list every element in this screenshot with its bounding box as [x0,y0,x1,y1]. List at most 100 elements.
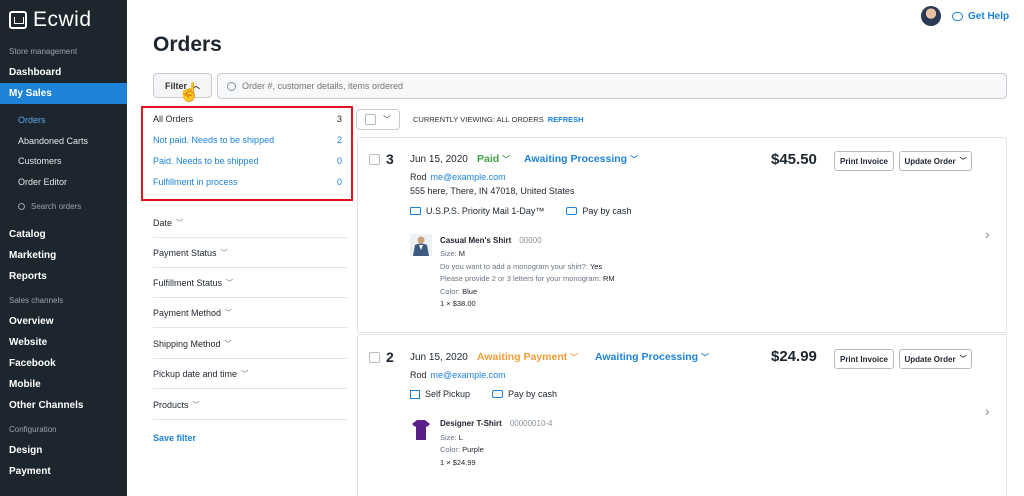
filter-category-products[interactable]: Products ﹀ [153,390,347,420]
sidebar-search[interactable]: Search orders [0,192,127,220]
product-option: Color: Purple [440,445,484,454]
order-card[interactable]: 3 Jun 15, 2020 Paid ﹀ Awaiting Processin… [357,137,1007,333]
sidebar-item-reports[interactable]: Reports [0,266,127,287]
sidebar-subitem-abandoned-carts[interactable]: Abandoned Carts [0,131,127,152]
product-name[interactable]: Designer T-Shirt 00000010-4 [440,419,553,428]
sidebar-item-mobile[interactable]: Mobile [0,374,127,395]
order-checkbox[interactable] [369,352,380,363]
sidebar-item-website[interactable]: Website [0,332,127,353]
select-all-dropdown[interactable]: ﹀ [356,109,400,130]
chevron-right-icon[interactable]: › [985,403,990,419]
refresh-link[interactable]: REFRESH [548,115,584,124]
product-name[interactable]: Casual Men's Shirt 00000 [440,236,542,245]
chevron-down-icon: ﹀ [502,155,511,164]
filter-category-shipping-method[interactable]: Shipping Method ﹀ [153,329,347,359]
payment-method-label: Pay by cash [508,389,558,399]
filter-preset-all-orders[interactable]: All Orders 3 [153,114,342,124]
fulfillment-status-label: Awaiting Processing [595,351,699,363]
option-value: RM [603,274,615,283]
payment-method: Pay by cash [566,206,631,216]
page-title: Orders [153,33,222,56]
sidebar-item-facebook[interactable]: Facebook [0,353,127,374]
payment-method-label: Pay by cash [582,206,632,216]
product-option: Please provide 2 or 3 letters for your m… [440,274,615,283]
order-search-input[interactable] [242,81,942,91]
section-configuration: Configuration [9,425,57,434]
order-number[interactable]: 2 [386,349,394,365]
sidebar-subitem-orders[interactable]: Orders [0,110,127,131]
filter-preset-label: All Orders [153,114,194,124]
shipping-method: U.S.P.S. Priority Mail 1-Day™ [410,206,544,216]
filter-preset-not-paid[interactable]: Not paid. Needs to be shipped 2 [153,135,342,145]
sidebar-item-dashboard[interactable]: Dashboard [0,62,127,83]
chevron-down-icon: ﹀ [241,370,249,378]
option-label: Size: [440,249,457,258]
sidebar-item-marketing[interactable]: Marketing [0,245,127,266]
credit-card-icon [492,390,504,398]
filter-category-label: Payment Method [153,307,222,318]
package-icon [410,389,420,399]
chevron-down-icon: ﹀ [225,309,233,317]
filter-category-fulfillment-status[interactable]: Fulfillment Status ﹀ [153,268,347,298]
option-label: Color: [440,287,461,296]
print-invoice-button[interactable]: Print Invoice [834,151,894,171]
sidebar-item-overview[interactable]: Overview [0,311,127,332]
shipping-method: Self Pickup [410,389,470,399]
update-order-button[interactable]: Update Order ﹀ [899,151,972,171]
sidebar-item-my-sales[interactable]: My Sales [0,83,127,104]
filter-preset-count: 0 [336,177,342,187]
sidebar-item-payment[interactable]: Payment [0,461,127,482]
sidebar-item-design[interactable]: Design [0,440,127,461]
chevron-right-icon[interactable]: › [985,226,990,242]
order-card[interactable]: 2 Jun 15, 2020 Awaiting Payment ﹀ Awaiti… [357,334,1007,496]
update-order-button[interactable]: Update Order ﹀ [899,349,972,369]
payment-status-label: Awaiting Payment [477,351,568,363]
fulfillment-status-dropdown[interactable]: Awaiting Processing ﹀ [524,153,638,165]
chevron-down-icon: ﹀ [220,249,228,257]
search-icon [227,81,236,91]
logo[interactable]: Ecwid [0,0,127,40]
filter-category-label: Payment Status [153,247,217,258]
filter-category-label: Pickup date and time [153,368,238,379]
product-option: Size: M [440,249,465,258]
filter-category-label: Fulfillment Status [153,277,223,288]
filter-preset-label: Paid. Needs to be shipped [153,156,259,166]
order-total: $45.50 [771,151,817,168]
filter-category-date[interactable]: Date ﹀ [153,208,347,238]
order-number[interactable]: 3 [386,151,394,167]
product-thumbnail[interactable] [410,418,432,440]
product-thumbnail[interactable] [410,234,432,256]
select-all-checkbox[interactable] [365,114,376,125]
sidebar-item-catalog[interactable]: Catalog [0,224,127,245]
product-name-text: Casual Men's Shirt [440,236,512,245]
filter-category-payment-status[interactable]: Payment Status ﹀ [153,238,347,268]
filter-preset-fulfillment[interactable]: Fulfillment in process 0 [153,177,342,187]
fulfillment-status-dropdown[interactable]: Awaiting Processing ﹀ [595,351,709,363]
hand-cursor-icon: ☝ [178,82,201,102]
chevron-down-icon: ﹀ [701,353,710,362]
avatar[interactable] [921,6,941,26]
update-order-label: Update Order [904,354,956,364]
filter-category-payment-method[interactable]: Payment Method ﹀ [153,298,347,328]
chevron-down-icon: ﹀ [959,356,967,363]
product-option: Do you want to add a monogram your shirt… [440,262,602,271]
order-checkbox[interactable] [369,154,380,165]
print-invoice-button[interactable]: Print Invoice [834,349,894,369]
customer-email[interactable]: me@example.com [431,172,506,182]
get-help-link[interactable]: Get Help [952,11,1009,22]
filter-preset-paid[interactable]: Paid. Needs to be shipped 0 [153,156,342,166]
sidebar-subitem-customers[interactable]: Customers [0,151,127,172]
save-filter-link[interactable]: Save filter [153,433,196,443]
sidebar-item-other-channels[interactable]: Other Channels [0,395,127,416]
filter-category-pickup-date[interactable]: Pickup date and time ﹀ [153,359,347,389]
shipping-payment-row: U.S.P.S. Priority Mail 1-Day™ Pay by cas… [410,206,631,216]
customer-email[interactable]: me@example.com [431,370,506,380]
filter-category-label: Shipping Method [153,338,221,349]
chevron-down-icon: ﹀ [383,115,391,124]
option-value: Blue [462,287,478,296]
chevron-down-icon: ﹀ [226,279,234,287]
sidebar-subitem-order-editor[interactable]: Order Editor [0,172,127,193]
payment-status-dropdown[interactable]: Awaiting Payment ﹀ [477,351,578,363]
order-search-box[interactable] [217,73,1007,99]
payment-status-dropdown[interactable]: Paid ﹀ [477,153,510,165]
